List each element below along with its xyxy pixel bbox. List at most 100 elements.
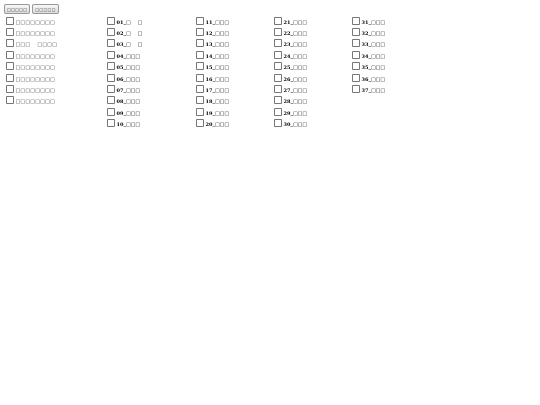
checkbox[interactable] [107,107,115,116]
item-option[interactable]: 35_□□□ [352,62,385,73]
checkbox[interactable] [196,96,204,105]
item-option[interactable]: 37_□□□ [352,84,385,95]
checkbox[interactable] [352,50,360,59]
checkbox[interactable] [196,107,204,116]
checkbox[interactable] [107,96,115,105]
group-option-label: □□□□□□□□ [15,76,55,83]
checkbox[interactable] [352,85,360,94]
item-option-label: 33_□□□ [361,42,386,49]
checkbox[interactable] [6,96,14,105]
item-option[interactable]: 36_□□□ [352,73,385,84]
group-option[interactable]: □□□ □□□□ [6,39,57,50]
item-option[interactable]: 13_□□□ [196,39,229,50]
item-option[interactable]: 09_□□□ [107,107,142,118]
item-option[interactable]: 01_□ □ [107,16,142,27]
checkbox[interactable] [352,73,360,82]
item-option[interactable]: 28_□□□ [274,96,307,107]
item-option[interactable]: 30_□□□ [274,119,307,130]
item-option[interactable]: 11_□□□ [196,16,229,27]
item-option-label: 18_□□□ [205,99,230,106]
checkbox[interactable] [274,96,282,105]
group-option[interactable]: □□□□□□□□ [6,62,57,73]
checkbox[interactable] [352,16,360,25]
checkbox[interactable] [6,73,14,82]
toolbar-button-1[interactable]: □□□□□ [4,4,31,14]
item-option[interactable]: 33_□□□ [352,39,385,50]
item-option[interactable]: 04_□□□ [107,50,142,61]
checkbox[interactable] [196,39,204,48]
checkbox[interactable] [352,39,360,48]
item-option[interactable]: 31_□□□ [352,16,385,27]
checkbox[interactable] [6,62,14,71]
item-option[interactable]: 23_□□□ [274,39,307,50]
checkbox[interactable] [107,50,115,59]
checkbox[interactable] [107,28,115,37]
item-option-label: 04_□□□ [116,53,141,60]
checkbox[interactable] [274,50,282,59]
group-option[interactable]: □□□□□□□□ [6,16,57,27]
toolbar: □□□□□ □□□□□ [4,4,59,14]
item-option[interactable]: 05_□□□ [107,62,142,73]
item-option[interactable]: 20_□□□ [196,119,229,130]
checkbox[interactable] [6,39,14,48]
checkbox[interactable] [196,50,204,59]
item-option-label: 14_□□□ [205,53,230,60]
checkbox[interactable] [196,73,204,82]
checkbox[interactable] [274,62,282,71]
checkbox[interactable] [196,85,204,94]
checkbox[interactable] [107,119,115,128]
checkbox[interactable] [196,119,204,128]
checkbox[interactable] [6,85,14,94]
item-option-label: 34_□□□ [361,53,386,60]
checkbox[interactable] [196,16,204,25]
group-option[interactable]: □□□□□□□□ [6,96,57,107]
checkbox[interactable] [352,28,360,37]
group-option[interactable]: □□□□□□□□ [6,50,57,61]
item-option[interactable]: 19_□□□ [196,107,229,118]
checkbox[interactable] [274,16,282,25]
checkbox[interactable] [107,16,115,25]
checkbox[interactable] [196,62,204,71]
checkbox[interactable] [274,73,282,82]
item-option[interactable]: 26_□□□ [274,73,307,84]
item-option[interactable]: 32_□□□ [352,27,385,38]
checkbox[interactable] [274,85,282,94]
checkbox[interactable] [352,62,360,71]
item-option[interactable]: 18_□□□ [196,96,229,107]
checkbox[interactable] [274,28,282,37]
item-option[interactable]: 34_□□□ [352,50,385,61]
item-option[interactable]: 02_□ □ [107,27,142,38]
item-option[interactable]: 08_□□□ [107,96,142,107]
checkbox[interactable] [6,28,14,37]
item-option[interactable]: 24_□□□ [274,50,307,61]
checkbox[interactable] [6,50,14,59]
item-option[interactable]: 16_□□□ [196,73,229,84]
group-option[interactable]: □□□□□□□□ [6,27,57,38]
item-option-label: 06_□□□ [116,76,141,83]
checkbox[interactable] [274,39,282,48]
item-option[interactable]: 06_□□□ [107,73,142,84]
item-option[interactable]: 14_□□□ [196,50,229,61]
item-option[interactable]: 12_□□□ [196,27,229,38]
checkbox[interactable] [107,39,115,48]
checkbox[interactable] [196,28,204,37]
item-option[interactable]: 03_□ □ [107,39,142,50]
checkbox[interactable] [107,62,115,71]
item-option[interactable]: 07_□□□ [107,84,142,95]
item-option[interactable]: 25_□□□ [274,62,307,73]
checkbox[interactable] [6,16,14,25]
checkbox[interactable] [274,119,282,128]
checkbox[interactable] [107,73,115,82]
item-option[interactable]: 22_□□□ [274,27,307,38]
item-option[interactable]: 17_□□□ [196,84,229,95]
checkbox[interactable] [274,107,282,116]
item-option[interactable]: 10_□□□ [107,119,142,130]
checkbox[interactable] [107,85,115,94]
group-option[interactable]: □□□□□□□□ [6,73,57,84]
item-option[interactable]: 15_□□□ [196,62,229,73]
item-option[interactable]: 21_□□□ [274,16,307,27]
group-option[interactable]: □□□□□□□□ [6,84,57,95]
toolbar-button-2[interactable]: □□□□□ [32,4,59,14]
item-option[interactable]: 27_□□□ [274,84,307,95]
item-option[interactable]: 29_□□□ [274,107,307,118]
